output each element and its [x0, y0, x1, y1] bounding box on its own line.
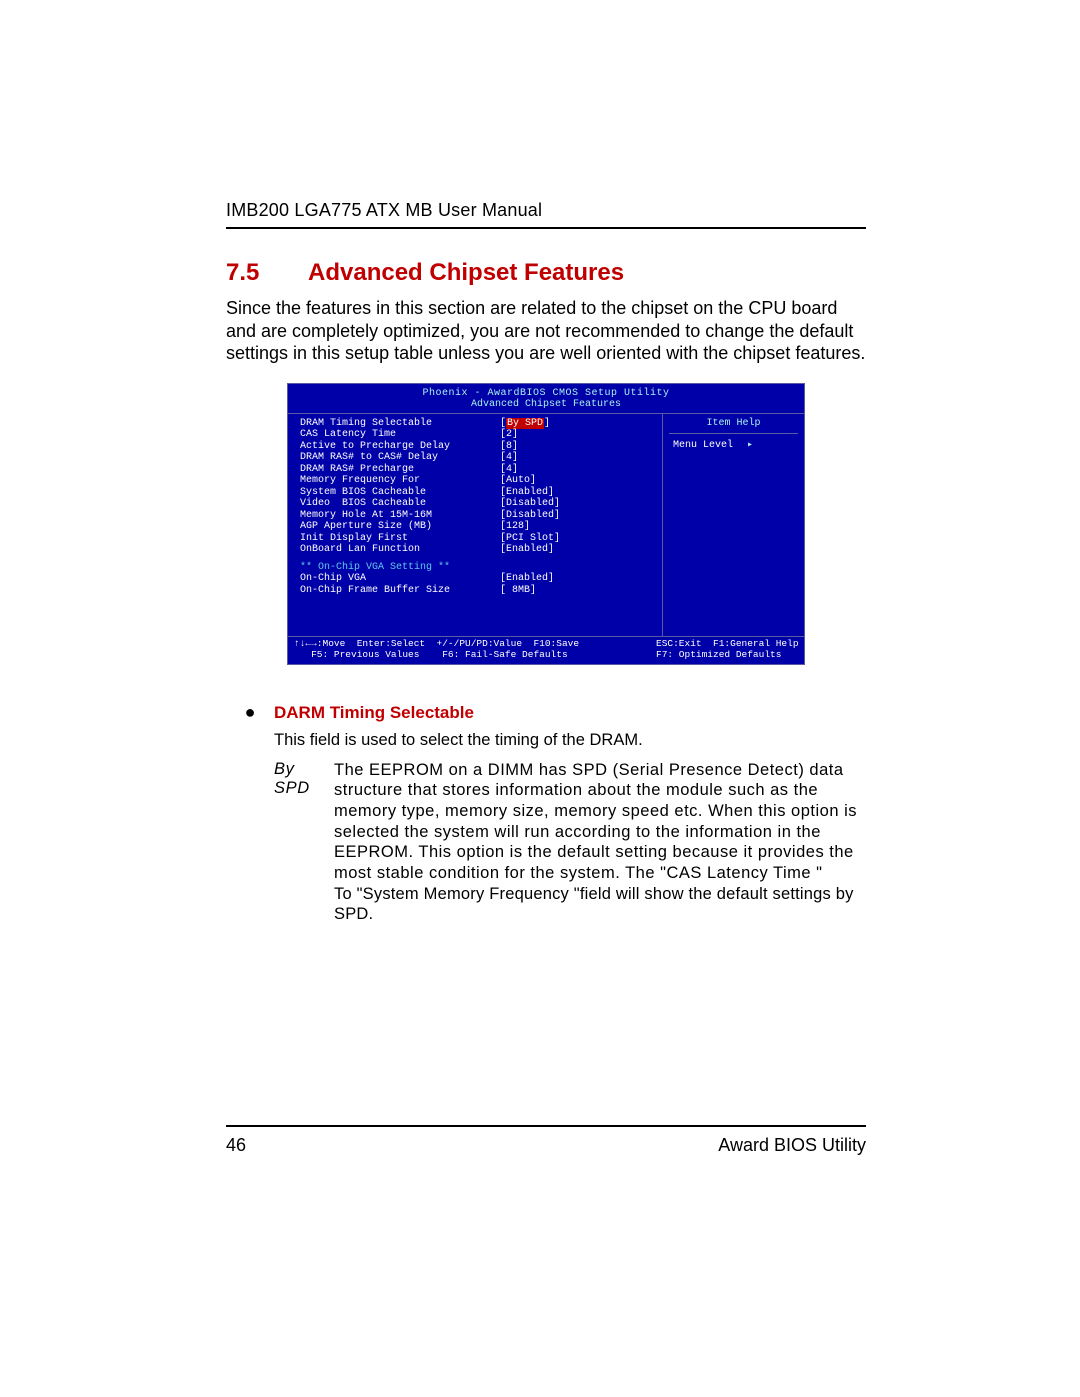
footer-label: Award BIOS Utility	[718, 1135, 866, 1156]
bios-row[interactable]: On-Chip Frame Buffer Size[ 8MB]	[300, 585, 656, 597]
arrow-right-icon: ▸	[747, 440, 753, 451]
section-number: 7.5	[226, 259, 308, 287]
bios-row[interactable]: Memory Hole At 15M-16M[Disabled]	[300, 510, 656, 522]
section-heading: 7.5Advanced Chipset Features	[226, 259, 866, 287]
bios-row[interactable]: Active to Precharge Delay[8]	[300, 441, 656, 453]
bios-help-panel: Item Help Menu Level▸	[663, 414, 804, 637]
bios-row[interactable]: AGP Aperture Size (MB)[128]	[300, 521, 656, 533]
bios-row[interactable]: OnBoard Lan Function[Enabled]	[300, 544, 656, 556]
doc-header: IMB200 LGA775 ATX MB User Manual	[226, 200, 866, 229]
bullet-description: This field is used to select the timing …	[274, 731, 866, 750]
bios-title-line1: Phoenix - AwardBIOS CMOS Setup Utility	[288, 388, 804, 400]
bios-row[interactable]: CAS Latency Time[2]	[300, 429, 656, 441]
bullet-item: ● DARM Timing Selectable	[226, 703, 866, 723]
bios-title-line2: Advanced Chipset Features	[288, 399, 804, 411]
bios-row[interactable]: DRAM Timing Selectable[By SPD]	[300, 418, 656, 430]
bios-row[interactable]: Init Display First[PCI Slot]	[300, 533, 656, 545]
bullet-title: DARM Timing Selectable	[274, 703, 474, 723]
byspd-text: The EEPROM on a DIMM has SPD (Serial Pre…	[334, 760, 866, 925]
bios-row[interactable]: On-Chip VGA[Enabled]	[300, 573, 656, 585]
bios-footer: ↑↓←→:Move Enter:Select +/-/PU/PD:Value F…	[288, 637, 804, 664]
byspd-definition: By SPD The EEPROM on a DIMM has SPD (Ser…	[274, 760, 866, 925]
page-number: 46	[226, 1135, 246, 1156]
bios-options-panel: DRAM Timing Selectable[By SPD] CAS Laten…	[288, 414, 663, 637]
bios-title: Phoenix - AwardBIOS CMOS Setup Utility A…	[288, 384, 804, 413]
page-footer: 46 Award BIOS Utility	[226, 1125, 866, 1156]
section-intro: Since the features in this section are r…	[226, 297, 866, 365]
bios-menu-level: Menu Level▸	[669, 440, 798, 452]
bios-help-title: Item Help	[669, 418, 798, 435]
bios-screenshot: Phoenix - AwardBIOS CMOS Setup Utility A…	[287, 383, 805, 665]
bios-row[interactable]: DRAM RAS# Precharge[4]	[300, 464, 656, 476]
byspd-label: By SPD	[274, 760, 334, 925]
bios-row[interactable]: System BIOS Cacheable[Enabled]	[300, 487, 656, 499]
bios-vga-section-header: ** On-Chip VGA Setting **	[300, 562, 656, 574]
bullet-icon: ●	[226, 703, 274, 723]
bios-footer-keys: F7: Optimized Defaults	[656, 650, 799, 661]
section-title-text: Advanced Chipset Features	[308, 259, 624, 286]
bios-row[interactable]: DRAM RAS# to CAS# Delay[4]	[300, 452, 656, 464]
bios-row[interactable]: Video BIOS Cacheable[Disabled]	[300, 498, 656, 510]
bios-row[interactable]: Memory Frequency For[Auto]	[300, 475, 656, 487]
bios-footer-keys: F5: Previous Values F6: Fail-Safe Defaul…	[294, 650, 650, 661]
